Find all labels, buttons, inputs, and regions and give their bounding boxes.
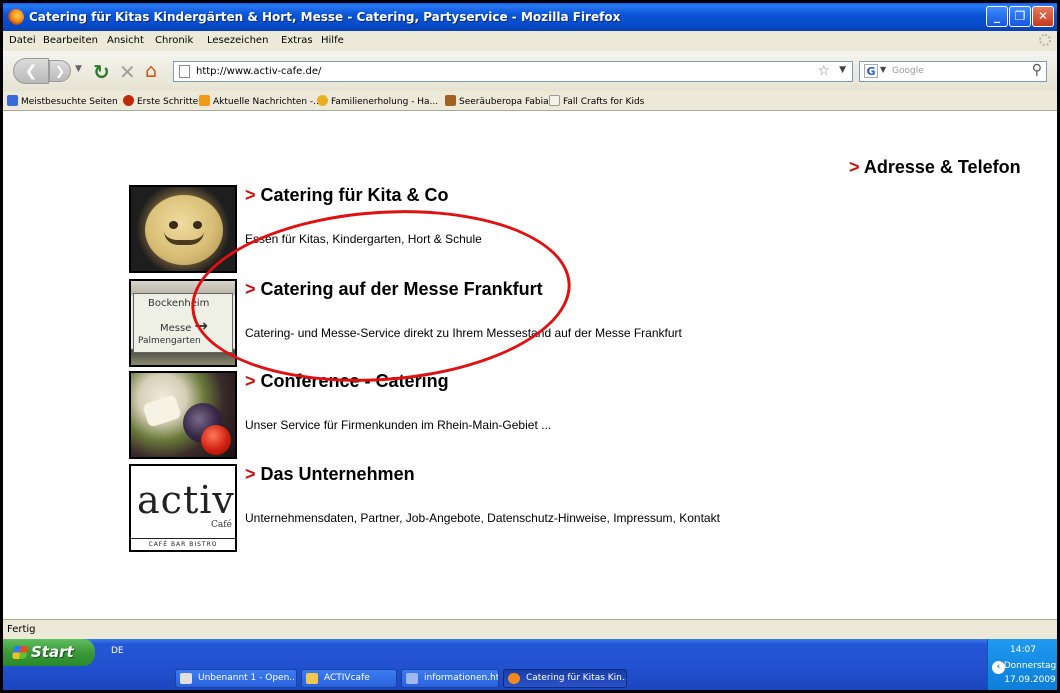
page-icon	[317, 95, 328, 106]
throbber-icon	[1039, 34, 1051, 46]
start-label: Start	[31, 643, 74, 661]
clock-date: 17.09.2009	[1004, 675, 1056, 685]
activ-logo-image[interactable]: activ Café CAFÉ BAR BISTRO	[129, 464, 237, 552]
smile	[164, 231, 204, 245]
bookmark-item[interactable]: Erste Schritte	[123, 95, 198, 107]
url-dropdown-icon[interactable]: ▼	[839, 65, 846, 75]
system-tray: 14:07 ‹ Donnerstag 17.09.2009	[987, 639, 1057, 690]
search-bar[interactable]: G ▼ Google ⚲	[859, 61, 1047, 82]
url-bar[interactable]: http://www.activ-cafe.de/ ☆ ▼	[173, 61, 853, 82]
page-content: > Adresse & Telefon > Catering für Kita …	[11, 111, 1055, 619]
close-button[interactable]: ✕	[1032, 6, 1054, 27]
taskbar-item[interactable]: Unbenannt 1 - Open...	[175, 669, 297, 688]
page-icon	[179, 65, 190, 78]
menu-lesezeichen[interactable]: Lesezeichen	[207, 35, 268, 46]
menu-hilfe[interactable]: Hilfe	[321, 35, 344, 46]
tomato	[201, 425, 231, 455]
document-icon	[549, 95, 560, 106]
firefox-icon	[8, 9, 24, 25]
section-description: Unser Service für Firmenkunden im Rhein-…	[245, 418, 552, 432]
taskbar-item[interactable]: ACTIVcafe	[301, 669, 397, 688]
windows-taskbar: Start DE Unbenannt 1 - Open... ACTIVcafe…	[3, 639, 1057, 690]
bookmark-item[interactable]: Seeräuberopa Fabian	[445, 95, 554, 107]
menu-chronik[interactable]: Chronik	[155, 35, 193, 46]
screenshot-frame: Catering für Kitas Kindergärten & Hort, …	[0, 0, 1060, 693]
logo-tagline: CAFÉ BAR BISTRO	[131, 538, 235, 548]
search-engine-dropdown-icon[interactable]: ▼	[880, 65, 886, 74]
window-title: Catering für Kitas Kindergärten & Hort, …	[29, 10, 621, 24]
firefox-icon	[508, 673, 520, 684]
taskbar-item-label: Unbenannt 1 - Open...	[198, 673, 297, 683]
menu-bearbeiten[interactable]: Bearbeiten	[43, 35, 98, 46]
most-visited-icon	[7, 95, 18, 106]
menu-datei[interactable]: Datei	[9, 35, 36, 46]
status-bar: Fertig	[3, 619, 1057, 639]
cheese	[142, 394, 182, 428]
menu-bar: Datei Bearbeiten Ansicht Chronik Lesezei…	[3, 31, 1057, 51]
status-text: Fertig	[7, 624, 36, 635]
pancake-face-image[interactable]	[129, 185, 237, 273]
logo-subtext: Café	[211, 520, 232, 530]
menu-ansicht[interactable]: Ansicht	[107, 35, 144, 46]
section-description: Unternehmensdaten, Partner, Job-Angebote…	[245, 511, 720, 525]
forward-button[interactable]: ❯	[49, 60, 71, 82]
sign-text: Messe →	[160, 316, 208, 335]
history-dropdown-icon[interactable]: ▼	[75, 64, 82, 74]
menu-extras[interactable]: Extras	[281, 35, 313, 46]
bookmark-item[interactable]: Meistbesuchte Seiten	[7, 95, 118, 107]
bird-icon	[445, 95, 456, 106]
taskbar-item-label: informationen.html - ...	[424, 673, 499, 683]
clock-time[interactable]: 14:07	[988, 645, 1057, 655]
rss-feed-icon	[199, 95, 210, 106]
navigation-toolbar: ❮ ❯ ▼ ↻ ✕ ⌂ http://www.activ-cafe.de/ ☆ …	[3, 51, 1057, 91]
street-sign-image[interactable]: Bockenheim Messe → Palmengarten	[129, 279, 237, 367]
section-title-link[interactable]: > Das Unternehmen	[245, 464, 415, 485]
bookmarks-toolbar: Meistbesuchte Seiten Erste Schritte Aktu…	[3, 91, 1057, 111]
stop-icon[interactable]: ✕	[119, 60, 136, 84]
section-description: Essen für Kitas, Kindergarten, Hort & Sc…	[245, 232, 482, 246]
arrow-right-icon: →	[194, 316, 208, 335]
window-titlebar[interactable]: Catering für Kitas Kindergärten & Hort, …	[3, 3, 1057, 31]
language-indicator[interactable]: DE	[111, 646, 124, 656]
maximize-button[interactable]: ❐	[1009, 6, 1031, 27]
pancake-face	[145, 195, 223, 265]
reload-icon[interactable]: ↻	[93, 60, 110, 84]
home-icon[interactable]: ⌂	[145, 60, 157, 82]
section-title-link[interactable]: > Catering für Kita & Co	[245, 185, 449, 206]
windows-logo-icon	[11, 646, 29, 659]
sign-messe: Messe	[160, 323, 192, 334]
street-sign: Bockenheim Messe → Palmengarten	[133, 293, 233, 353]
url-text[interactable]: http://www.activ-cafe.de/	[196, 66, 321, 77]
bookmark-star-icon[interactable]: ☆	[817, 63, 830, 79]
openoffice-icon	[180, 673, 192, 684]
sign-text: Bockenheim	[148, 298, 210, 309]
search-icon[interactable]: ⚲	[1032, 62, 1042, 78]
back-button[interactable]: ❮	[13, 58, 49, 84]
logo-text: activ	[137, 478, 235, 522]
search-input[interactable]: Google	[892, 66, 924, 76]
taskbar-item-label: Catering für Kitas Kin...	[526, 673, 627, 683]
html-file-icon	[406, 673, 418, 684]
taskbar-item-label: ACTIVcafe	[324, 673, 370, 683]
start-button[interactable]: Start	[3, 639, 95, 666]
minimize-button[interactable]: _	[986, 6, 1008, 27]
eye	[193, 221, 202, 229]
bookmark-item[interactable]: Familienerholung - Ha...	[317, 95, 438, 107]
section-title-link[interactable]: > Catering auf der Messe Frankfurt	[245, 279, 543, 300]
google-icon[interactable]: G	[864, 64, 878, 78]
bookmark-item[interactable]: Fall Crafts for Kids	[549, 95, 644, 107]
bookmark-item[interactable]: Aktuelle Nachrichten -...	[199, 95, 322, 107]
taskbar-item[interactable]: informationen.html - ...	[401, 669, 499, 688]
folder-icon	[306, 673, 318, 684]
taskbar-item-active[interactable]: Catering für Kitas Kin...	[503, 669, 627, 688]
clock-day: Donnerstag	[1003, 661, 1057, 671]
address-phone-link[interactable]: > Adresse & Telefon	[849, 157, 1021, 178]
eye	[169, 221, 178, 229]
section-description: Catering- und Messe-Service direkt zu Ih…	[245, 326, 682, 340]
food-platter-image[interactable]	[129, 371, 237, 459]
firefox-icon	[123, 95, 134, 106]
section-title-link[interactable]: > Conference - Catering	[245, 371, 449, 392]
sign-text: Palmengarten	[138, 336, 201, 346]
